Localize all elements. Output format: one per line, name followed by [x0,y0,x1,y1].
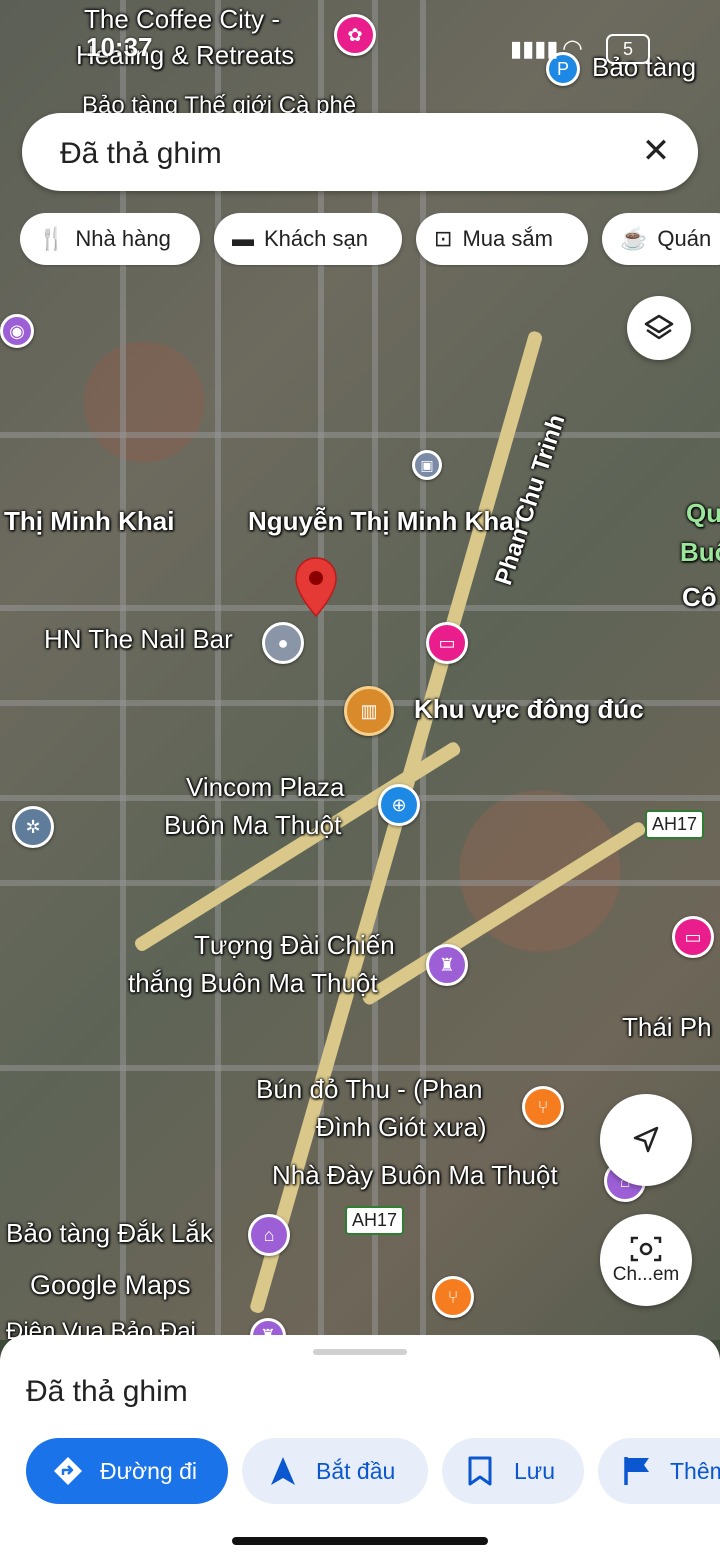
layers-icon [644,314,674,340]
map-label-right-qu: Qu [686,498,720,528]
chip-shopping[interactable]: ⊡ Mua sắm [416,213,588,265]
restaurant-icon: 🍴 [38,226,66,251]
street [0,605,720,611]
flag-icon [624,1457,649,1485]
action-buttons: Đường đi Bắt đầu Lưu Thêm [0,1438,720,1508]
map-label-thai-ph[interactable]: Thái Ph [622,1012,712,1043]
map-label-right-buc: Buô [680,537,720,567]
google-maps-watermark: Google Maps [30,1270,191,1300]
my-location-button[interactable] [600,1094,692,1186]
lens-label: Ch...em [612,1264,680,1285]
shopping-cart-poi-icon[interactable]: ⊕ [378,784,420,826]
map-label-crowded: Khu vực đông đúc [414,694,644,724]
hotel-poi-icon-right[interactable]: ▭ [672,916,714,958]
restaurant-poi-icon-south[interactable]: ⑂ [432,1276,474,1318]
battery-icon: 5 [606,34,650,64]
map-label-minh-khai-left: Thị Minh Khai [4,506,175,536]
map-label-right-co: Cô [682,582,717,612]
chip-label: Mua sắm [462,226,553,251]
search-input[interactable]: Đã thả ghim [60,137,222,171]
wifi-icon: ◠ [562,35,583,62]
navigation-arrow-icon [633,1126,659,1153]
chip-cafe[interactable]: ☕ Quán [602,213,720,265]
map-label-vincom-line2[interactable]: Buôn Ma Thuột [164,810,341,841]
directions-icon [54,1457,82,1485]
route-shield-ah17-south: AH17 [345,1206,405,1235]
restaurant-poi-icon[interactable]: ⑂ [522,1086,564,1128]
monument-poi-icon[interactable]: ♜ [426,944,468,986]
cafe-icon: ☕ [620,226,648,251]
bottom-sheet[interactable]: Đã thả ghim Đường đi Bắt đầu Lưu Thêm [0,1335,720,1559]
hotel-poi-icon[interactable]: ▭ [426,622,468,664]
museum-poi-icon[interactable]: ⌂ [248,1214,290,1256]
street [215,0,221,1340]
dropped-pin-icon[interactable] [293,556,339,618]
bus-stop-icon[interactable]: ▣ [412,450,442,480]
place-poi-icon[interactable]: ● [262,622,304,664]
close-icon[interactable]: ✕ [636,131,676,171]
route-shield-ah17: AH17 [645,810,705,839]
map-label-tuong-dai-line2[interactable]: thắng Buôn Ma Thuột [128,968,378,999]
street [120,0,126,1340]
map-label-tuong-dai-line1[interactable]: Tượng Đài Chiến [194,930,395,961]
highway-ah17-east [360,820,648,1007]
more-button[interactable]: Thêm [598,1438,720,1504]
bookmark-icon [468,1456,492,1486]
map-label-minh-khai: Nguyễn Thị Minh Khai [248,506,521,536]
camera-poi-icon[interactable]: ◉ [0,314,34,348]
chip-label: Quán [657,226,712,251]
status-time: 10:37 [86,32,153,62]
navigation-icon [271,1457,295,1485]
chip-hotels[interactable]: ▬ Khách sạn [214,213,402,265]
street [0,1065,720,1071]
status-bar: 10:37 ▮▮▮▮ ◠ 5 [0,30,720,70]
map-label-vincom-line1[interactable]: Vincom Plaza [186,772,345,803]
signal-icon: ▮▮▮▮ [510,36,559,61]
crowded-area-icon[interactable]: ▥ [344,686,394,736]
save-button[interactable]: Lưu [442,1438,584,1504]
chip-label: Nhà hàng [75,226,171,251]
hotel-icon: ▬ [232,226,254,251]
home-indicator[interactable] [232,1537,488,1545]
shopping-icon: ⊡ [434,226,453,251]
save-label: Lưu [514,1457,555,1484]
map-label-bun-do-line1[interactable]: Bún đỏ Thu - (Phan [256,1074,482,1105]
search-bar[interactable]: Đã thả ghim ✕ [22,113,698,191]
lens-button[interactable]: Ch...em [600,1214,692,1306]
more-label: Thêm [670,1457,720,1484]
camera-lens-icon [630,1236,662,1262]
map-label-nail-bar[interactable]: HN The Nail Bar [44,624,233,655]
directions-label: Đường đi [100,1457,197,1484]
street [0,880,720,886]
chip-restaurants[interactable]: 🍴 Nhà hàng [20,213,200,265]
layers-button[interactable] [627,296,691,360]
street [0,432,720,438]
start-button[interactable]: Bắt đầu [242,1438,428,1504]
map-label-bao-tang-daklak[interactable]: Bảo tàng Đắk Lắk [6,1218,213,1249]
drag-handle[interactable] [313,1349,407,1355]
directions-button[interactable]: Đường đi [26,1438,228,1504]
start-label: Bắt đầu [316,1457,396,1484]
category-chips: 🍴 Nhà hàng ▬ Khách sạn ⊡ Mua sắm ☕ Quán [20,213,720,267]
sheet-title: Đã thả ghim [26,1375,188,1408]
map-label-nha-day[interactable]: Nhà Đày Buôn Ma Thuột [272,1160,558,1191]
map-label-bun-do-line2[interactable]: Đình Giót xưa) [316,1112,487,1143]
attraction-poi-icon[interactable]: ✲ [12,806,54,848]
chip-label: Khách sạn [264,226,368,251]
